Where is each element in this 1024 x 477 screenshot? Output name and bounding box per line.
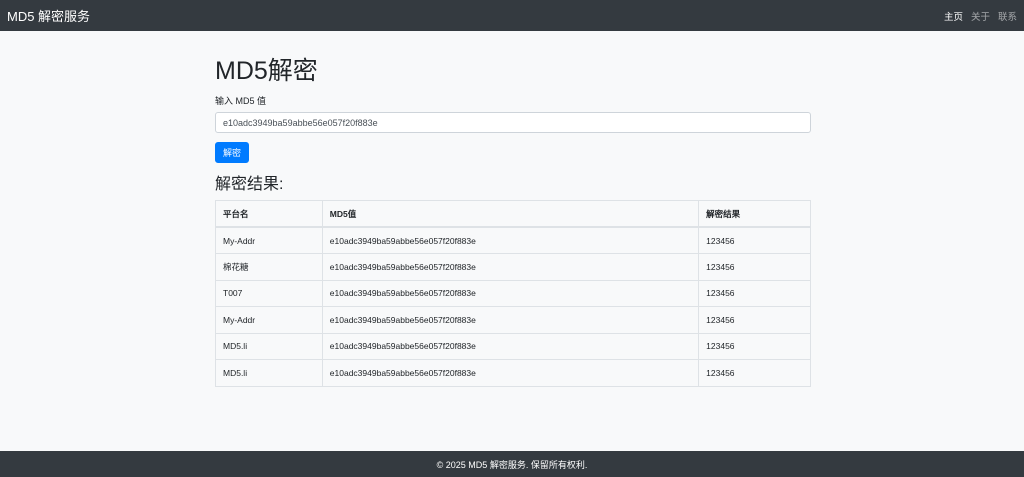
md5-input-label: 输入 MD5 值 bbox=[215, 96, 267, 106]
cell-md5: e10adc3949ba59abbe56e057f20f883e bbox=[321, 359, 700, 387]
cell-result: 123456 bbox=[698, 226, 811, 254]
footer-text: © 2025 MD5 解密服务. 保留所有权利. bbox=[436, 459, 588, 470]
nav-link-contact[interactable]: 联系 bbox=[998, 9, 1017, 23]
cell-md5: e10adc3949ba59abbe56e057f20f883e bbox=[321, 306, 700, 334]
cell-platform: MD5.li bbox=[215, 332, 323, 360]
brand-logo[interactable]: MD5 解密服务 bbox=[7, 6, 90, 25]
table-row: 棉花糖 e10adc3949ba59abbe56e057f20f883e 123… bbox=[215, 253, 811, 281]
decrypt-button[interactable]: 解密 bbox=[215, 142, 250, 163]
table-row: T007 e10adc3949ba59abbe56e057f20f883e 12… bbox=[215, 279, 811, 307]
nav-link-about[interactable]: 关于 bbox=[971, 9, 990, 23]
md5-input[interactable] bbox=[215, 112, 811, 133]
cell-result: 123456 bbox=[698, 359, 811, 387]
cell-platform: My-Addr bbox=[215, 226, 323, 254]
main-container: MD5解密 输入 MD5 值 解密 解密结果: 平台名 MD5值 解密结果 My… bbox=[215, 31, 811, 387]
cell-md5: e10adc3949ba59abbe56e057f20f883e bbox=[321, 279, 700, 307]
header-platform: 平台名 bbox=[215, 200, 323, 228]
cell-md5: e10adc3949ba59abbe56e057f20f883e bbox=[321, 332, 700, 360]
cell-result: 123456 bbox=[698, 332, 811, 360]
cell-result: 123456 bbox=[698, 253, 811, 281]
result-title: 解密结果: bbox=[215, 176, 284, 193]
cell-result: 123456 bbox=[698, 306, 811, 334]
table-row: My-Addr e10adc3949ba59abbe56e057f20f883e… bbox=[215, 306, 811, 334]
table-row: MD5.li e10adc3949ba59abbe56e057f20f883e … bbox=[215, 359, 811, 387]
nav-links: 主页 关于 联系 bbox=[944, 9, 1017, 23]
cell-platform: T007 bbox=[215, 279, 323, 307]
header-md5: MD5值 bbox=[321, 200, 700, 228]
cell-result: 123456 bbox=[698, 279, 811, 307]
nav-link-home[interactable]: 主页 bbox=[944, 9, 963, 23]
page-title: MD5解密 bbox=[215, 57, 318, 85]
results-table: 平台名 MD5值 解密结果 My-Addr e10adc3949ba59abbe… bbox=[215, 200, 811, 387]
cell-platform: My-Addr bbox=[215, 306, 323, 334]
table-row: My-Addr e10adc3949ba59abbe56e057f20f883e… bbox=[215, 226, 811, 254]
cell-platform: 棉花糖 bbox=[215, 253, 323, 281]
cell-md5: e10adc3949ba59abbe56e057f20f883e bbox=[321, 253, 700, 281]
cell-platform: MD5.li bbox=[215, 359, 323, 387]
navbar: MD5 解密服务 主页 关于 联系 bbox=[0, 0, 1024, 31]
table-header-row: 平台名 MD5值 解密结果 bbox=[215, 200, 811, 228]
footer: © 2025 MD5 解密服务. 保留所有权利. bbox=[0, 451, 1024, 477]
header-result: 解密结果 bbox=[698, 200, 811, 228]
cell-md5: e10adc3949ba59abbe56e057f20f883e bbox=[321, 226, 700, 254]
table-row: MD5.li e10adc3949ba59abbe56e057f20f883e … bbox=[215, 332, 811, 360]
